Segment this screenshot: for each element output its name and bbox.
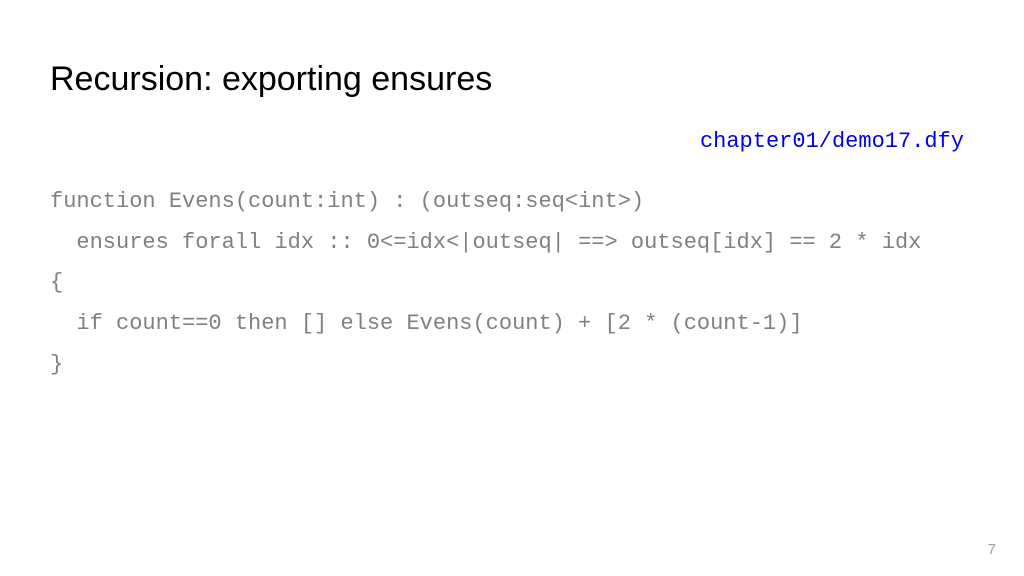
code-block: function Evens(count:int) : (outseq:seq<…	[50, 182, 974, 385]
code-line: }	[50, 352, 63, 377]
code-line: {	[50, 270, 63, 295]
page-number: 7	[988, 541, 996, 558]
code-line: if count==0 then [] else Evens(count) + …	[50, 311, 803, 336]
slide-title: Recursion: exporting ensures	[50, 60, 974, 99]
code-line: ensures forall idx :: 0<=idx<|outseq| ==…	[50, 230, 921, 255]
file-path-link: chapter01/demo17.dfy	[50, 129, 974, 154]
code-line: function Evens(count:int) : (outseq:seq<…	[50, 189, 644, 214]
